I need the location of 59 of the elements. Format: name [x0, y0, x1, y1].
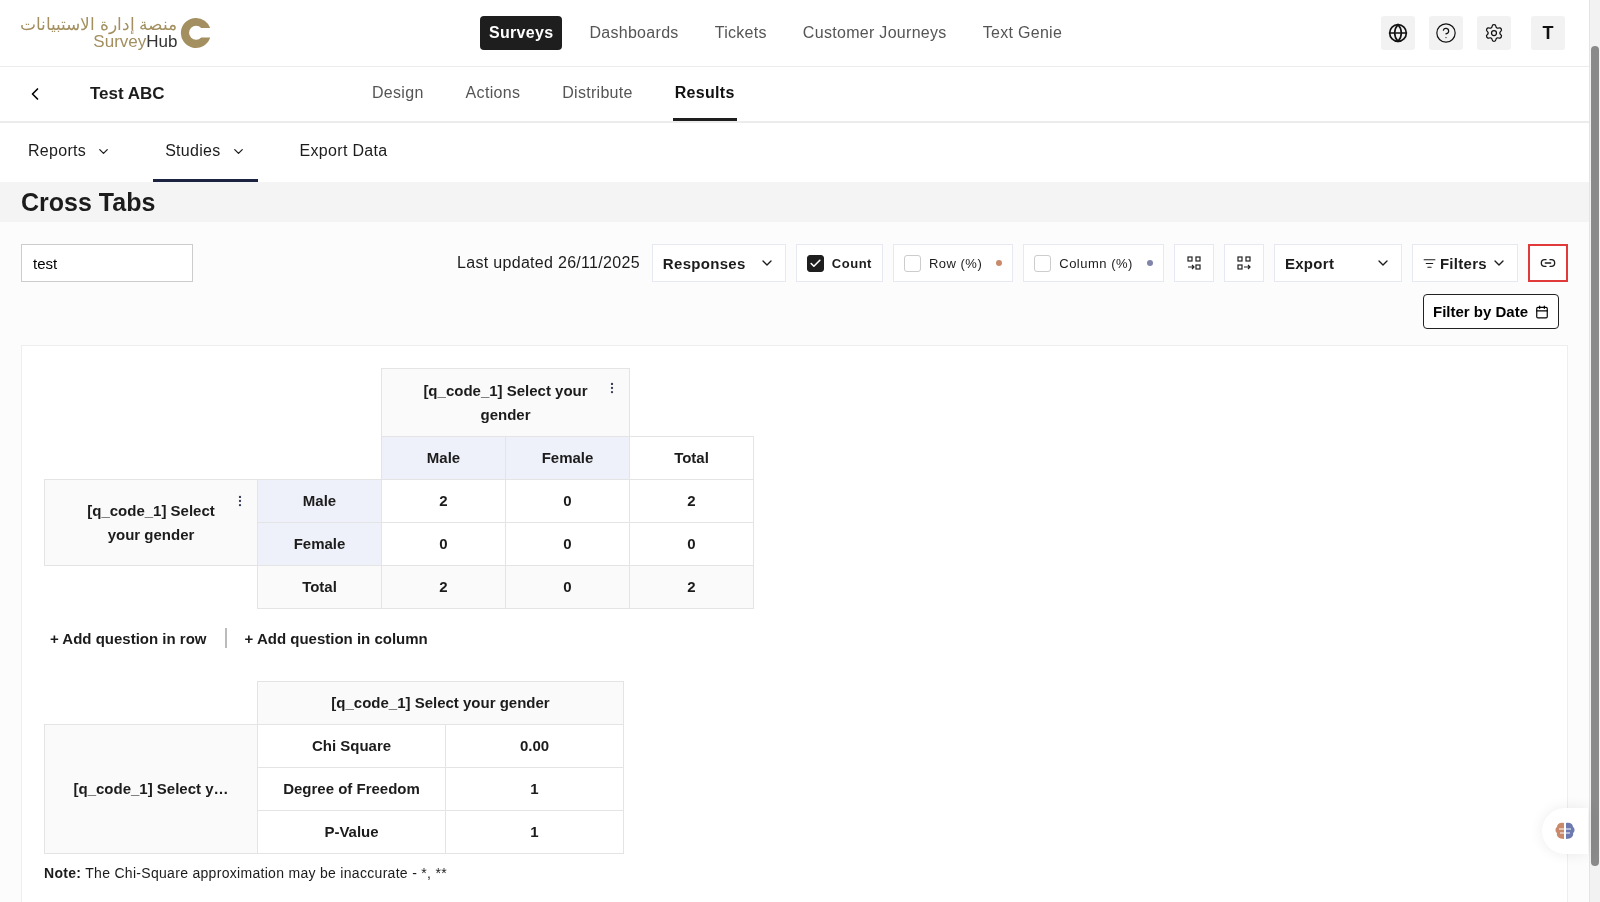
measure-dropdown[interactable]: Responses	[651, 244, 786, 282]
nav-tab[interactable]: Text Genie	[973, 16, 1072, 50]
nav-tab[interactable]: Tickets	[705, 16, 776, 50]
column-header: Female	[505, 436, 630, 480]
toggle-label: Column (%)	[1059, 255, 1133, 271]
table-cell: 2	[381, 565, 506, 609]
search-field[interactable]: test	[21, 244, 193, 282]
toggle-label: Row (%)	[928, 255, 983, 271]
page-title: Cross Tabs	[21, 187, 156, 217]
question-header: [q_code_1] Select your gender	[381, 368, 630, 437]
row-header: Male	[257, 479, 382, 523]
toggle-option[interactable]: Column (%)	[1023, 244, 1164, 282]
question-header: [q_code_1] Select y…	[44, 724, 258, 854]
column-header: Total	[629, 436, 754, 480]
section-tab[interactable]: Reports	[16, 123, 124, 182]
filter-icon	[1422, 256, 1436, 270]
row-header: Female	[257, 522, 382, 566]
survey-tab[interactable]: Distribute	[560, 67, 635, 121]
swap-columns-button[interactable]	[1223, 244, 1264, 282]
toggle-option[interactable]: Count	[795, 244, 883, 282]
toggle-label: Count	[831, 255, 872, 271]
settings-icon	[1484, 23, 1504, 43]
avatar-button[interactable]: T	[1531, 16, 1565, 50]
language-button[interactable]	[1381, 16, 1415, 50]
section-tab[interactable]: Export Data	[287, 123, 400, 182]
brain-icon	[1554, 821, 1576, 841]
filter-by-date-button[interactable]: Filter by Date	[1422, 294, 1559, 329]
add-question-link[interactable]: + Add question in column	[244, 629, 428, 647]
nav-tab[interactable]: Customer Journeys	[793, 16, 956, 50]
column-header: Male	[381, 436, 506, 480]
toggle-option[interactable]: Row (%)	[892, 244, 1014, 282]
table-cell: 1	[445, 810, 624, 854]
question-header: [q_code_1] Select your gender	[44, 479, 258, 566]
help-button[interactable]	[1429, 16, 1463, 50]
table-cell: 0	[505, 565, 630, 609]
survey-tab[interactable]: Results	[672, 67, 737, 121]
nav-tab[interactable]: Surveys	[480, 16, 563, 50]
logo-wordmark: SurveyHub	[93, 33, 178, 50]
swap-columns-icon	[1236, 256, 1251, 270]
link-button[interactable]	[1528, 244, 1568, 282]
help-icon	[1435, 22, 1457, 44]
note-text: Note: The Chi-Square approximation may be inaccurate - *, **	[44, 865, 448, 881]
question-header: [q_code_1] Select your gender	[257, 681, 624, 725]
survey-title: Test ABC	[89, 83, 166, 105]
globe-icon	[1388, 23, 1408, 43]
swap-rows-icon	[1186, 256, 1201, 270]
survey-tab[interactable]: Actions	[463, 67, 523, 121]
table-cell: 2	[629, 565, 754, 609]
settings-button[interactable]	[1477, 16, 1511, 50]
export-dropdown[interactable]: Export	[1273, 244, 1402, 282]
filters-button[interactable]: Filters	[1411, 244, 1518, 282]
swap-rows-button[interactable]	[1173, 244, 1214, 282]
assistant-button[interactable]	[1542, 808, 1588, 854]
survey-tab[interactable]: Design	[370, 67, 426, 121]
last-updated-text: Last updated 26/11/2025	[457, 254, 640, 272]
row-header: Total	[257, 565, 382, 609]
nav-tab[interactable]: Dashboards	[580, 16, 688, 50]
calendar-icon	[1535, 304, 1549, 319]
add-question-link[interactable]: + Add question in row	[50, 629, 207, 647]
